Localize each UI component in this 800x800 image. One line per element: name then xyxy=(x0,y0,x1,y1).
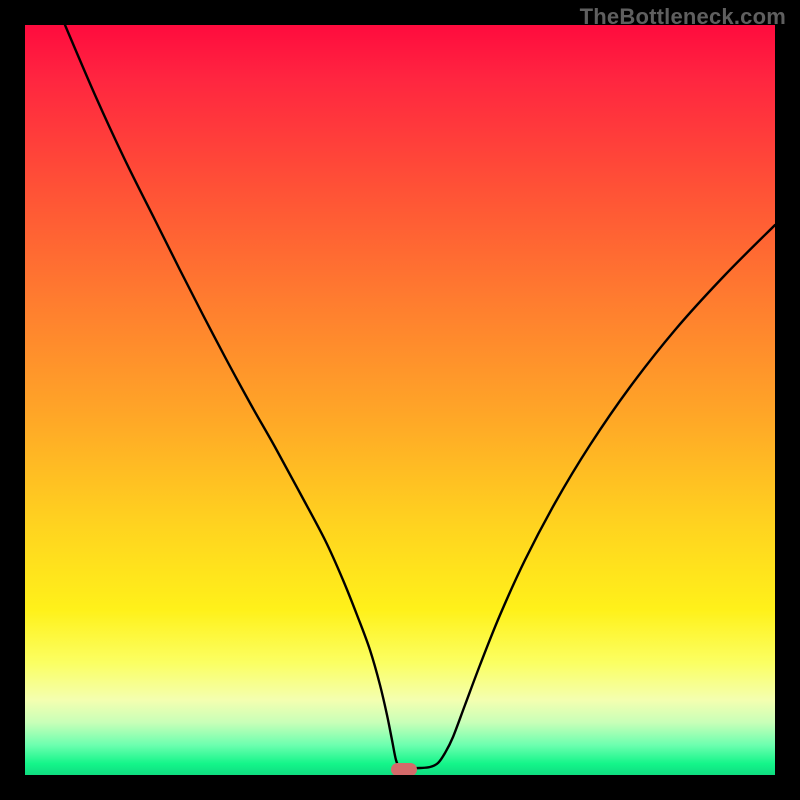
chart-frame: TheBottleneck.com xyxy=(0,0,800,800)
plot-area xyxy=(25,25,775,775)
optimum-marker xyxy=(391,763,417,775)
bottleneck-curve xyxy=(25,25,775,775)
